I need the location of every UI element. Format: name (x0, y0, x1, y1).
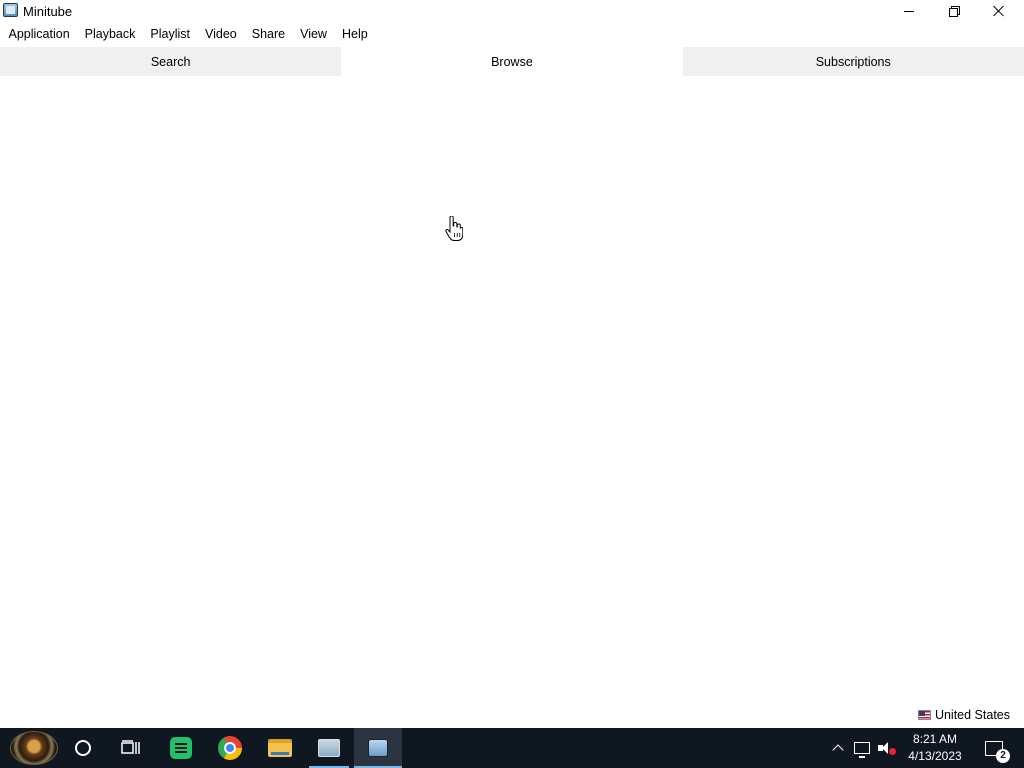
browse-content-area[interactable] (0, 76, 1024, 706)
file-explorer-icon (268, 739, 292, 757)
chrome-button[interactable] (206, 728, 254, 768)
menu-application[interactable]: Application (1, 24, 77, 44)
cortana-button[interactable] (59, 728, 107, 768)
us-flag-icon (917, 710, 931, 720)
notes-app-button[interactable] (157, 728, 205, 768)
region-label: United States (934, 708, 1010, 722)
tab-subscriptions[interactable]: Subscriptions (682, 47, 1024, 76)
menu-view[interactable]: View (293, 24, 335, 44)
cortana-icon (75, 740, 91, 756)
title-bar[interactable]: Minitube (0, 0, 1024, 22)
minimize-icon (904, 10, 914, 12)
menu-share[interactable]: Share (244, 24, 292, 44)
view-tabs: Search Browse Subscriptions (0, 47, 1024, 76)
monitor-app-icon (318, 739, 340, 757)
window-title: Minitube (23, 4, 73, 19)
hand-cursor-icon (445, 216, 463, 241)
volume-muted-icon (878, 741, 896, 755)
start-button[interactable] (10, 728, 58, 768)
close-icon (993, 5, 1005, 17)
taskbar: 8:21 AM 4/13/2023 2 (0, 728, 1024, 768)
menu-playback[interactable]: Playback (77, 24, 143, 44)
chevron-up-icon (832, 744, 844, 756)
minitube-icon (368, 739, 388, 757)
file-explorer-button[interactable] (256, 728, 304, 768)
minimize-button[interactable] (886, 0, 932, 22)
close-button[interactable] (976, 0, 1022, 22)
notification-count: 2 (996, 748, 1010, 763)
notification-icon: 2 (985, 740, 1010, 763)
clock-time: 8:21 AM (912, 732, 958, 746)
restore-icon (949, 6, 960, 17)
menu-bar: Application Playback Playlist Video Shar… (0, 24, 1024, 44)
network-icon (854, 742, 870, 758)
menu-help[interactable]: Help (334, 24, 375, 44)
task-view-button[interactable] (107, 728, 155, 768)
show-hidden-icons-button[interactable] (828, 728, 848, 768)
chrome-icon (218, 736, 242, 760)
clock-date: 4/13/2023 (908, 749, 962, 763)
tab-search[interactable]: Search (0, 47, 342, 76)
minitube-taskbar-button[interactable] (354, 728, 402, 768)
network-button[interactable] (851, 728, 873, 768)
menu-playlist[interactable]: Playlist (143, 24, 198, 44)
region-selector[interactable]: United States (917, 706, 1010, 724)
restore-button[interactable] (931, 0, 977, 22)
minitube-window: Minitube Application Playback Playlist V… (0, 0, 1024, 728)
monitor-app-button[interactable] (305, 728, 353, 768)
action-center-button[interactable]: 2 (978, 728, 1010, 768)
notes-icon (170, 737, 192, 759)
task-view-icon (121, 740, 140, 754)
menu-video[interactable]: Video (197, 24, 244, 44)
volume-button[interactable] (875, 728, 897, 768)
start-orb-icon (10, 731, 58, 765)
tab-browse[interactable]: Browse (341, 47, 683, 76)
minitube-app-icon (3, 3, 18, 17)
clock[interactable]: 8:21 AM 4/13/2023 (900, 728, 970, 768)
